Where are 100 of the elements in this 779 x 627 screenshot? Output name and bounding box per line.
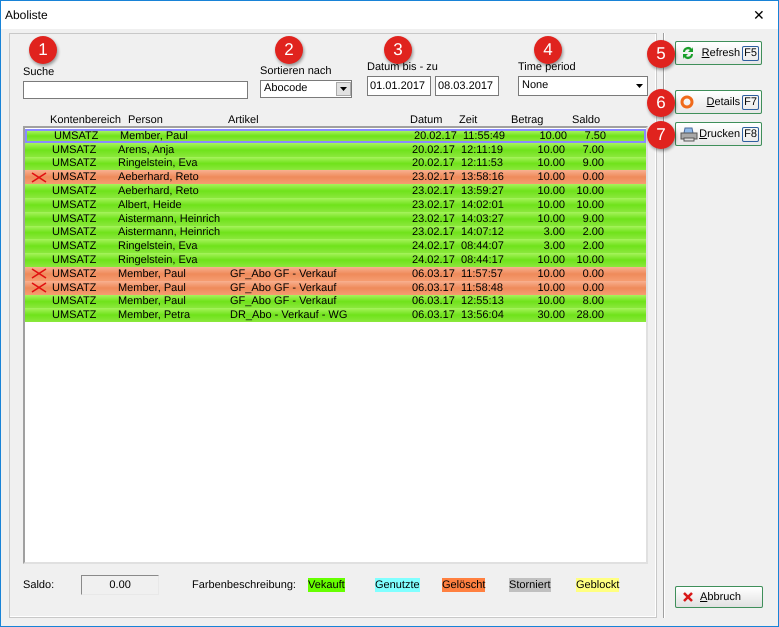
table-cell: 3.00: [544, 226, 565, 238]
refresh-icon: [680, 45, 696, 61]
table-row[interactable]: UMSATZ Member, Paul 20.02.17 11:55:49 10.00 7.50: [25, 129, 646, 143]
table-cell: 2.00: [582, 226, 604, 238]
details-button[interactable]: Details F7: [675, 90, 762, 114]
table-cell: Aeberhard, Reto: [118, 185, 199, 198]
table-cell: UMSATZ: [52, 240, 96, 252]
table-row[interactable]: UMSATZ Arens, Anja 20.02.17 12:11:19 10.00 7.00: [25, 142, 646, 157]
time-period-dropdown[interactable]: None: [518, 76, 648, 96]
table-cell: Member, Paul: [118, 295, 186, 308]
table-cell: 10.00: [537, 212, 565, 225]
cancel-button[interactable]: Abbruch: [675, 586, 763, 608]
table-row[interactable]: UMSATZ Aistermann, Heinrich 23.02.17 14:07:12 3.00 2.00: [25, 226, 646, 240]
table-cell: 08:44:07: [461, 240, 504, 252]
table-row[interactable]: UMSATZ Albert, Heide 23.02.17 14:02:01 10.00 10.00: [25, 198, 646, 212]
table-cell: 14:03:27: [461, 212, 504, 225]
table-row[interactable]: UMSATZ Member, Paul GF_Abo GF - Verkauf 06.03.17 11:58:48 10.00 0.00: [25, 280, 646, 295]
table-cell: 10.00: [537, 185, 565, 198]
refresh-button[interactable]: Refresh F5: [675, 41, 762, 65]
number-badge: 6: [647, 89, 675, 117]
table-cell: UMSATZ: [52, 282, 96, 294]
table-cell: 06.03.17: [412, 295, 455, 308]
table-cell: DR_Abo - Verkauf - WG: [230, 309, 348, 322]
table-cell: 10.00: [537, 268, 565, 280]
number-badge: 4: [534, 36, 562, 64]
to-date-field[interactable]: 08.03.2017: [435, 76, 499, 96]
table-cell: 23.02.17: [412, 171, 455, 184]
table-cell: UMSATZ: [52, 226, 96, 238]
table-cell: 2.00: [582, 240, 604, 252]
table-cell: UMSATZ: [52, 268, 96, 280]
table-cell: Ringelstein, Eva: [118, 157, 198, 170]
table-cell: UMSATZ: [52, 295, 96, 308]
table-row[interactable]: UMSATZ Aeberhard, Reto 23.02.17 13:58:16 10.00 0.00: [25, 170, 646, 184]
table-cell: 14:02:01: [461, 198, 504, 211]
legend-item: Vekauft: [308, 578, 345, 592]
table-cell: 8.00: [582, 295, 604, 308]
table-row[interactable]: UMSATZ Member, Petra DR_Abo - Verkauf - WG 06.03.17 13:56:04 30.00 28.00: [25, 308, 646, 322]
table-cell: 13:56:04: [461, 309, 504, 322]
table-cell: 24.02.17: [412, 254, 455, 266]
table-cell: 23.02.17: [412, 185, 455, 198]
column-header: Datum: [410, 114, 444, 126]
table-cell: Arens, Anja: [118, 144, 174, 156]
caret-icon: [336, 82, 351, 96]
table-cell: Ringelstein, Eva: [118, 254, 198, 266]
table-row[interactable]: UMSATZ Aeberhard, Reto 23.02.17 13:59:27 10.00 10.00: [25, 184, 646, 198]
number-badge: 5: [647, 40, 675, 68]
table-cell: 3.00: [544, 240, 565, 252]
table-cell: 20.02.17: [412, 144, 455, 156]
column-header: Saldo: [572, 114, 602, 126]
table-row[interactable]: UMSATZ Ringelstein, Eva 24.02.17 08:44:17 10.00 10.00: [25, 253, 646, 267]
shortcut-key: F7: [742, 94, 759, 110]
table-row[interactable]: UMSATZ Member, Paul GF_Abo GF - Verkauf 06.03.17 12:55:13 10.00 8.00: [25, 294, 646, 308]
table-cell: 12:55:13: [461, 295, 504, 308]
table-cell: 08:44:17: [461, 254, 504, 266]
table-cell: 20.02.17: [414, 130, 457, 142]
table-row[interactable]: UMSATZ Ringelstein, Eva 24.02.17 08:44:07 3.00 2.00: [25, 239, 646, 254]
table-cell: 11:57:57: [461, 268, 504, 280]
number-badge: 7: [647, 121, 675, 149]
table-cell: 12:11:19: [461, 144, 504, 156]
table-cell: Albert, Heide: [118, 198, 182, 211]
legend-item: Geblockt: [576, 578, 620, 592]
table-cell: 30.00: [537, 309, 565, 322]
cross-icon: [30, 172, 46, 183]
from-date-field[interactable]: 01.01.2017: [367, 76, 431, 96]
table-cell: 0.00: [582, 282, 604, 294]
close-icon: [682, 591, 694, 603]
sort-dropdown[interactable]: Abocode: [260, 80, 352, 98]
table-cell: 24.02.17: [412, 240, 455, 252]
table-cell: 14:07:12: [461, 226, 504, 238]
table-cell: 9.00: [582, 212, 604, 225]
table-cell: Aistermann, Heinrich: [118, 226, 220, 238]
printer-icon: [680, 126, 698, 142]
table-cell: 23.02.17: [412, 226, 455, 238]
print-button[interactable]: Drucken F8: [675, 122, 762, 146]
legend-item: Storniert: [509, 578, 551, 592]
table-cell: 10.00: [576, 254, 604, 266]
table-cell: GF_Abo GF - Verkauf: [230, 268, 336, 280]
search-field[interactable]: [23, 80, 248, 98]
sort-label: Sortieren nach: [260, 64, 333, 79]
shortcut-key: F8: [742, 126, 759, 142]
table-cell: UMSATZ: [52, 198, 96, 211]
table-cell: Aistermann, Heinrich: [118, 212, 220, 225]
saldo-label: Saldo:: [23, 578, 56, 593]
shortcut-key: F5: [742, 46, 759, 60]
close-button[interactable]: ✕: [744, 4, 774, 26]
table-cell: 7.50: [584, 130, 606, 142]
window-title: Aboliste: [5, 7, 48, 24]
table-cell: UMSATZ: [52, 309, 96, 322]
number-badge: 2: [275, 36, 303, 64]
table-cell: 28.00: [576, 309, 604, 322]
table-cell: 11:55:49: [463, 130, 506, 142]
table-cell: Aeberhard, Reto: [118, 171, 199, 184]
table-cell: Member, Paul: [120, 130, 188, 142]
number-badge: 1: [29, 36, 57, 64]
column-header: Zeit: [459, 114, 478, 126]
table-row[interactable]: UMSATZ Member, Paul GF_Abo GF - Verkauf 06.03.17 11:57:57 10.00 0.00: [25, 266, 646, 281]
table-row[interactable]: UMSATZ Aistermann, Heinrich 23.02.17 14:03:27 10.00 9.00: [25, 212, 646, 226]
table-row[interactable]: UMSATZ Ringelstein, Eva 20.02.17 12:11:53 10.00 9.00: [25, 156, 646, 170]
ring-icon: [680, 95, 694, 109]
table-cell: GF_Abo GF - Verkauf: [230, 282, 336, 294]
